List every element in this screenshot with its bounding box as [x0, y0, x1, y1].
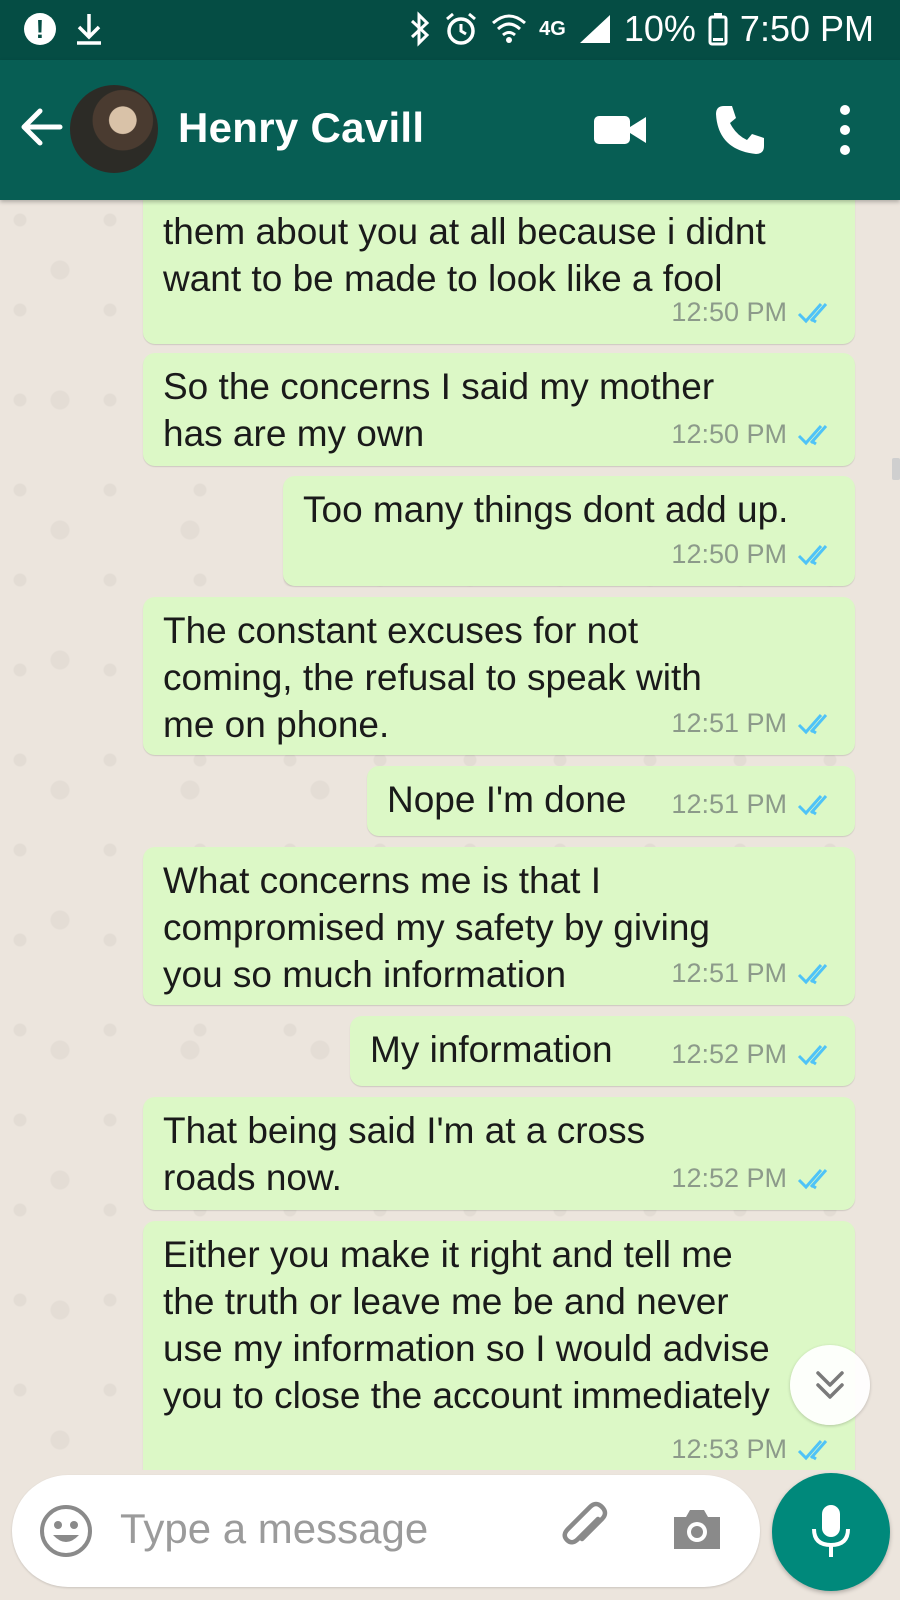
scroll-to-bottom-button[interactable]: [790, 1345, 870, 1425]
read-receipt-icon: [797, 713, 828, 734]
message-bubble[interactable]: Either you make it right and tell me the…: [143, 1221, 855, 1470]
message-bubble[interactable]: My information 12:52 PM: [350, 1016, 855, 1086]
battery-icon: [708, 13, 728, 46]
message-bubble[interactable]: The constant excuses for not coming, the…: [143, 597, 855, 755]
double-chevron-down-icon: [816, 1371, 844, 1399]
message-text: them about you at all because i didnt wa…: [163, 211, 766, 299]
message-time: 12:52 PM: [671, 1163, 787, 1193]
alarm-icon: [446, 12, 477, 45]
message-text: Either you make it right and tell me the…: [163, 1234, 770, 1416]
read-receipt-icon: [797, 302, 828, 323]
contact-avatar[interactable]: [70, 85, 158, 173]
message-time: 12:50 PM: [671, 419, 787, 449]
read-receipt-icon: [797, 1439, 828, 1460]
message-bubble[interactable]: So the concerns I said my mother has are…: [143, 353, 855, 466]
attachment-icon[interactable]: [558, 1499, 618, 1559]
signal-icon: [579, 15, 610, 43]
message-bubble[interactable]: Too many things dont add up. 12:50 PM: [283, 476, 855, 586]
read-receipt-icon: [797, 794, 828, 815]
message-time: 12:50 PM: [671, 539, 787, 569]
voice-call-icon[interactable]: [710, 100, 770, 160]
read-receipt-icon: [797, 1044, 828, 1065]
network-type: 4G: [539, 17, 566, 40]
message-input[interactable]: Type a message: [120, 1505, 428, 1553]
message-time: 12:52 PM: [671, 1039, 787, 1069]
message-bubble[interactable]: them about you at all because i didnt wa…: [143, 200, 855, 344]
camera-icon[interactable]: [668, 1501, 726, 1559]
message-time: 12:51 PM: [671, 958, 787, 988]
scrollbar-thumb[interactable]: [892, 458, 900, 480]
message-list[interactable]: them about you at all because i didnt wa…: [0, 200, 900, 1470]
message-bubble[interactable]: That being said I'm at a cross roads now…: [143, 1097, 855, 1210]
read-receipt-icon: [797, 963, 828, 984]
message-time: 12:50 PM: [671, 297, 787, 327]
message-bubble[interactable]: Nope I'm done 12:51 PM: [367, 766, 855, 836]
message-composer[interactable]: Type a message: [12, 1475, 760, 1587]
status-bar: ! 4G 10% 7:50 PM: [0, 0, 900, 60]
more-options-icon[interactable]: [815, 100, 875, 160]
download-icon: [77, 14, 101, 45]
clock: 7:50 PM: [739, 8, 874, 49]
back-arrow-icon[interactable]: [16, 102, 66, 152]
message-bubble[interactable]: What concerns me is that I compromised m…: [143, 847, 855, 1005]
read-receipt-icon: [797, 424, 828, 445]
message-text: Too many things dont add up.: [303, 489, 789, 530]
message-time: 12:53 PM: [671, 1434, 787, 1464]
message-time: 12:51 PM: [671, 708, 787, 738]
microphone-icon: [812, 1505, 850, 1557]
chat-header: Henry Cavill: [0, 60, 900, 200]
alert-icon: !: [24, 13, 56, 45]
read-receipt-icon: [797, 1168, 828, 1189]
contact-name[interactable]: Henry Cavill: [178, 104, 424, 152]
battery-percent: 10%: [623, 8, 696, 49]
read-receipt-icon: [797, 544, 828, 565]
video-call-icon[interactable]: [590, 100, 650, 160]
voice-record-button[interactable]: [772, 1473, 890, 1591]
emoji-icon[interactable]: [38, 1503, 94, 1559]
message-time: 12:51 PM: [671, 789, 787, 819]
bluetooth-icon: [411, 11, 430, 47]
wifi-icon: [492, 14, 527, 43]
